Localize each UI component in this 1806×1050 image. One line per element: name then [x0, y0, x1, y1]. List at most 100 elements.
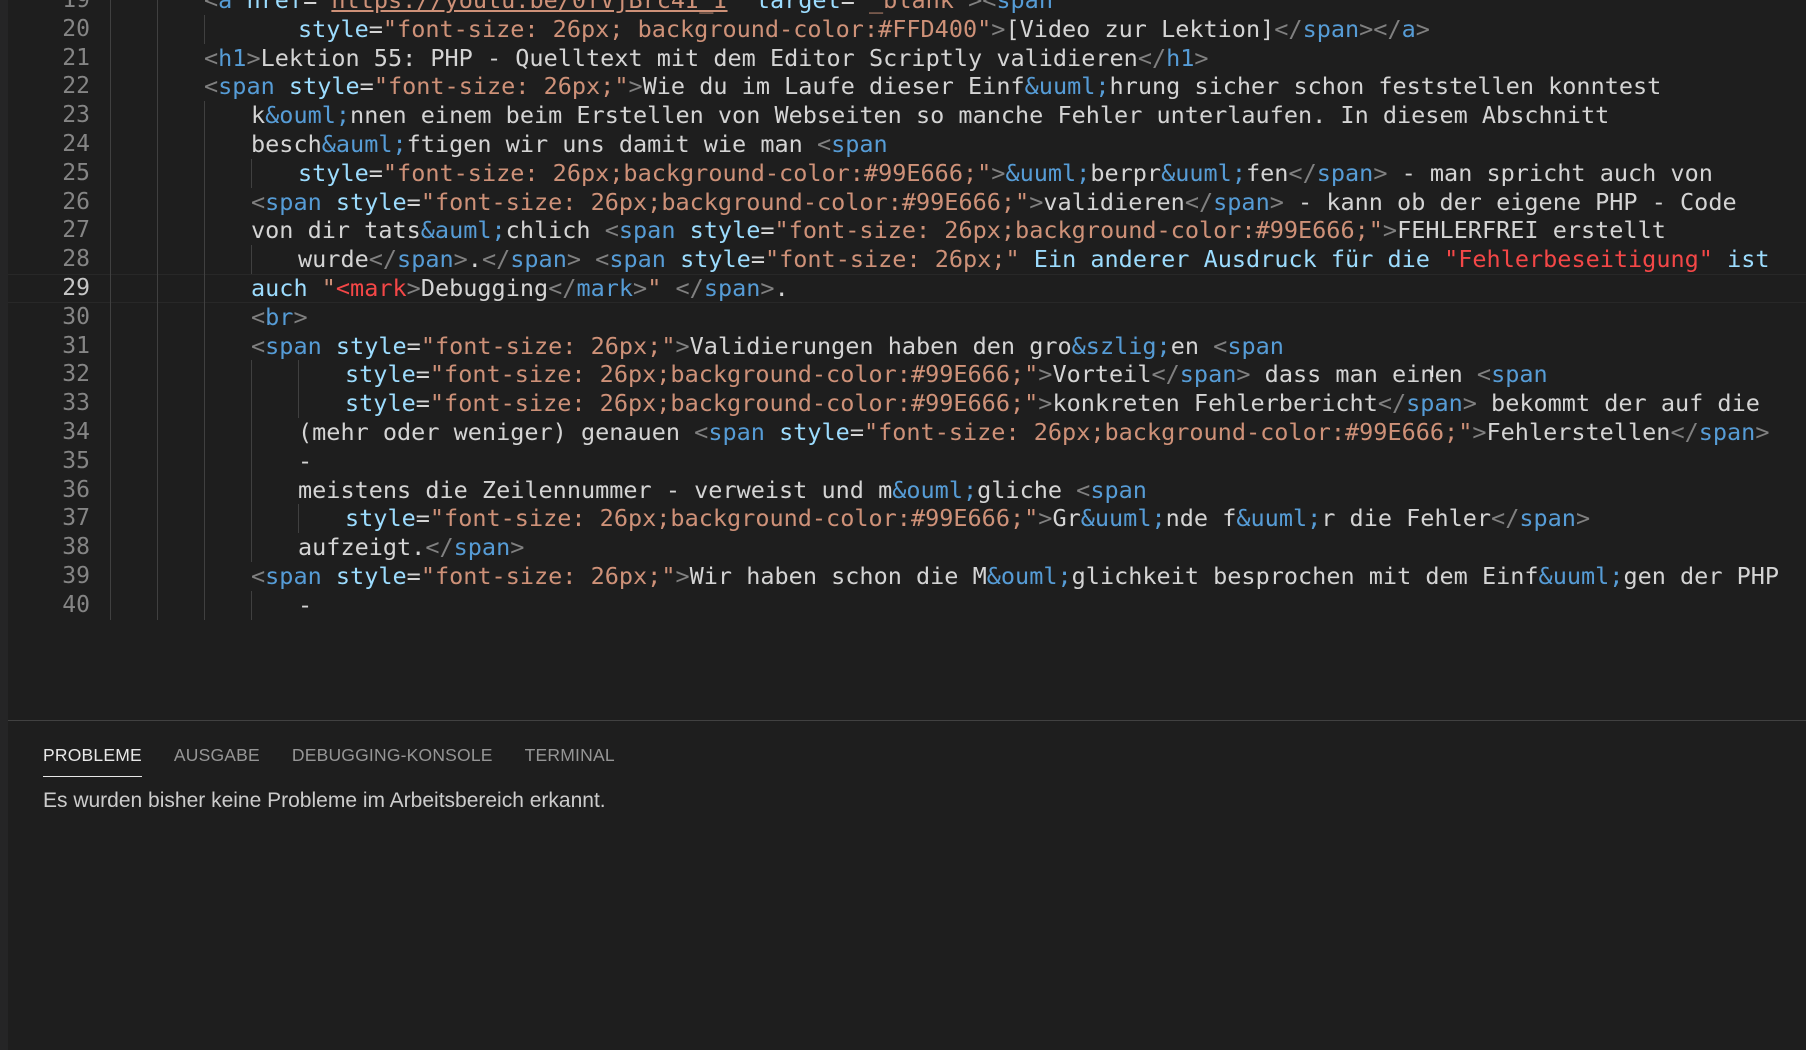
code-token: "font-size: 26px;": [420, 331, 676, 360]
line-number: 28: [62, 246, 90, 273]
code-token: Gr: [1052, 504, 1081, 533]
tab-terminal[interactable]: TERMINAL: [525, 739, 615, 771]
code-line[interactable]: 35 -: [8, 446, 1806, 476]
code-token: span: [453, 533, 511, 562]
code-token: style: [335, 562, 407, 590]
code-token: </: [425, 533, 454, 562]
code-token: </: [1491, 504, 1520, 533]
indent-guide: [204, 418, 205, 447]
code-text: style="font-size: 26px;background-color:…: [345, 504, 1590, 533]
indent-guide: [157, 43, 158, 73]
code-token: gen der PHP: [1623, 562, 1780, 590]
code-token: auch: [251, 274, 322, 302]
code-token: Ein anderer Ausdruck für die: [1033, 245, 1445, 274]
code-token: "font-size: 26px;background-color:#99E66…: [429, 504, 1039, 533]
code-text: <h1>Lektion 55: PHP - Quelltext mit dem …: [204, 44, 1209, 73]
indent-guide: [110, 187, 111, 217]
code-token: span: [1090, 475, 1147, 504]
indent-guide: [204, 101, 205, 130]
indent-guide: [157, 446, 158, 476]
code-text: <span style="font-size: 26px;">Validieru…: [251, 332, 1284, 361]
code-token: h1: [1166, 43, 1195, 72]
code-token: >: [293, 302, 308, 331]
code-token: <: [604, 216, 619, 245]
code-line[interactable]: 29 auch "<mark>Debugging</mark>" </span>.: [8, 274, 1806, 303]
indent-guide: [298, 504, 299, 534]
bottom-panel: PROBLEME AUSGABE DEBUGGING-KONSOLE TERMINAL…: [8, 721, 1806, 1050]
line-number: 21: [62, 44, 90, 71]
code-line[interactable]: 32 style="font-size: 26px;background-colo…: [8, 360, 1806, 390]
line-number: 35: [62, 447, 90, 474]
indent-guide: [110, 0, 111, 15]
code-token: >: [1575, 504, 1591, 533]
code-line[interactable]: 22 <span style="font-size: 26px;">Wie du …: [8, 72, 1806, 102]
code-token: "font-size: 26px;": [764, 245, 1020, 274]
line-number: 32: [62, 361, 90, 388]
line-number: 40: [62, 591, 90, 618]
indent-guide: [157, 72, 158, 102]
code-text: <span style="font-size: 26px;">Wir haben…: [251, 562, 1779, 591]
code-token: >: [1755, 418, 1770, 446]
code-token: <: [1476, 360, 1492, 389]
code-line[interactable]: 20 style="font-size: 26px; background-col…: [8, 14, 1806, 44]
code-token: <: [694, 418, 709, 446]
code-line[interactable]: 21 <h1>Lektion 55: PHP - Quelltext mit de…: [8, 43, 1806, 73]
code-token: >: [1038, 360, 1053, 389]
code-line[interactable]: 30 <br>: [8, 302, 1806, 332]
code-token: >: [1038, 389, 1053, 418]
code-line[interactable]: 19 <a href="https://youtu.be/0fVjBrc4I_I"…: [8, 0, 1806, 15]
indent-guide: [157, 216, 158, 246]
tab-ausgabe[interactable]: AUSGABE: [174, 739, 260, 771]
code-token: "Fehlerbeseitigung": [1444, 245, 1713, 274]
panel-tabs: PROBLEME AUSGABE DEBUGGING-KONSOLE TERMINAL: [43, 739, 647, 779]
code-line[interactable]: 38 aufzeigt.</span>: [8, 533, 1806, 562]
tab-probleme[interactable]: PROBLEME: [43, 739, 142, 777]
code-token: ": [647, 274, 662, 302]
code-line[interactable]: 27 von dir tats&auml;chlich <span style="…: [8, 216, 1806, 246]
indent-guide: [204, 302, 205, 332]
indent-guide: [110, 533, 111, 562]
tab-debugging-konsole[interactable]: DEBUGGING-KONSOLE: [292, 739, 493, 771]
code-text: k&ouml;nnen einem beim Erstellen von Web…: [251, 101, 1609, 130]
code-line[interactable]: 39 <span style="font-size: 26px;">Wir hab…: [8, 562, 1806, 591]
code-line[interactable]: 24 besch&auml;ftigen wir uns damit wie ma…: [8, 130, 1806, 159]
code-line[interactable]: 25 style="font-size: 26px;background-colo…: [8, 158, 1806, 188]
indent-guide: [251, 389, 252, 418]
code-line[interactable]: 31 <span style="font-size: 26px;">Validie…: [8, 331, 1806, 361]
code-line[interactable]: 37 style="font-size: 26px;background-colo…: [8, 504, 1806, 534]
code-line[interactable]: 33 style="font-size: 26px;background-colo…: [8, 389, 1806, 418]
line-number: 22: [62, 73, 90, 100]
code-token: r die Fehler: [1321, 504, 1492, 533]
code-line[interactable]: 40 -: [8, 590, 1806, 620]
code-editor[interactable]: 19 <a href="https://youtu.be/0fVjBrc4I_I"…: [8, 0, 1806, 720]
code-token: </: [1274, 14, 1303, 43]
indent-guide: [204, 331, 205, 361]
code-token: <: [204, 43, 219, 72]
code-token: </: [1151, 360, 1180, 389]
code-token: >: [1194, 43, 1209, 72]
code-token: style: [345, 389, 416, 418]
code-token: <: [982, 0, 997, 14]
code-token: span: [708, 418, 765, 446]
code-line[interactable]: 28 wurde</span>.</span> <span style="font…: [8, 245, 1806, 274]
indent-guide: [251, 446, 252, 476]
code-token: berpr: [1090, 158, 1162, 187]
code-text: <a href="https://youtu.be/0fVjBrc4I_I" t…: [204, 0, 1053, 15]
code-token: -: [298, 446, 313, 475]
code-token: <: [251, 187, 266, 216]
code-line[interactable]: 26 <span style="font-size: 26px;backgroun…: [8, 187, 1806, 217]
indent-guide: [204, 130, 205, 159]
indent-guide: [157, 130, 158, 159]
code-text: <span style="font-size: 26px;">Wie du im…: [204, 72, 1661, 101]
code-token: &uuml;: [1024, 72, 1110, 101]
code-token: span: [831, 130, 888, 158]
code-token: - kann ob der eigene PHP - Code: [1283, 187, 1737, 216]
code-line[interactable]: 36 meistens die Zeilennummer - verweist u…: [8, 475, 1806, 505]
code-line[interactable]: 34 (mehr oder weniger) genauen <span styl…: [8, 418, 1806, 447]
code-token: >: [246, 43, 261, 72]
code-line[interactable]: 23 k&ouml;nnen einem beim Erstellen von W…: [8, 101, 1806, 130]
code-token: "font-size: 26px;background-color:#99E66…: [420, 187, 1030, 216]
code-token: >: [1236, 360, 1251, 389]
